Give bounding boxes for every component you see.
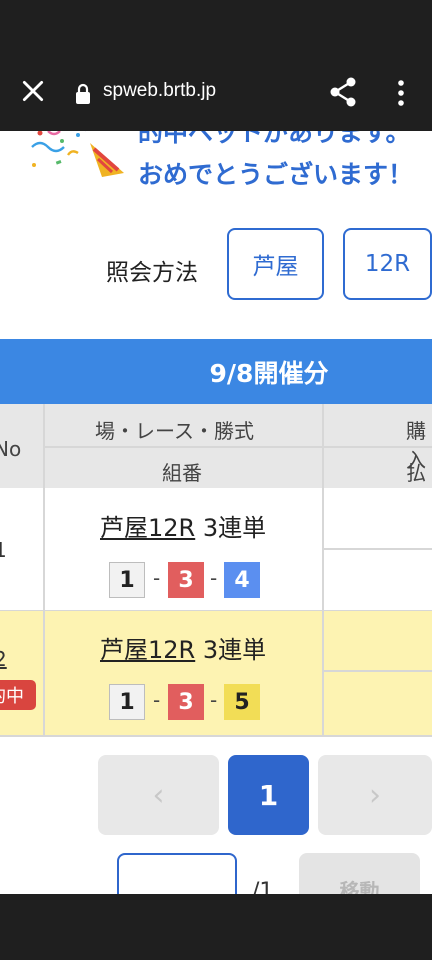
cell-divider	[323, 670, 432, 672]
column-header-no: No	[0, 437, 22, 461]
boat-number-2nd: 3	[168, 562, 204, 598]
column-divider	[322, 404, 324, 735]
status-bar	[0, 0, 432, 56]
race-title: 芦屋12R 3連単	[100, 508, 266, 543]
boat-number-1st: 1	[109, 562, 145, 598]
row-number: 1	[0, 538, 7, 562]
boat-number-3rd: 5	[224, 684, 260, 720]
race-title: 芦屋12R 3連単	[100, 630, 266, 665]
bet-type: 3連単	[202, 514, 267, 542]
race-select-button[interactable]: 12R	[343, 228, 432, 300]
row-divider	[0, 735, 432, 737]
hit-badge: 的中	[0, 680, 36, 710]
boat-number-1st: 1	[109, 684, 145, 720]
venue-select-button[interactable]: 芦屋	[227, 228, 324, 300]
cell-divider	[323, 548, 432, 550]
share-icon[interactable]	[328, 76, 358, 108]
prev-page-button[interactable]: ‹	[98, 755, 219, 835]
separator: -	[153, 566, 161, 590]
query-method-label: 照会方法	[106, 260, 198, 286]
url-text[interactable]: spweb.brtb.jp	[103, 80, 216, 102]
page-total: /1	[252, 879, 274, 894]
page-content: 的中ベットがあります。 おめでとうございます！ 照会方法 芦屋 12R 9/8開…	[0, 131, 432, 894]
boat-number-2nd: 3	[168, 684, 204, 720]
separator: -	[210, 688, 218, 712]
column-header-race: 場・レース・勝式	[95, 419, 254, 443]
header-divider	[44, 446, 432, 448]
column-header-combo: 組番	[162, 461, 202, 485]
hit-message-line1: 的中ベットがあります。	[138, 131, 411, 147]
separator: -	[153, 688, 161, 712]
current-page-button[interactable]: 1	[228, 755, 309, 835]
browser-toolbar: spweb.brtb.jp	[0, 56, 432, 131]
more-options-icon[interactable]	[392, 78, 410, 108]
move-button[interactable]: 移動	[299, 853, 420, 894]
table-row: 2 的中 芦屋12R 3連単 1 - 3 - 5	[0, 611, 432, 735]
page-number-input[interactable]	[117, 853, 237, 894]
separator: -	[210, 566, 218, 590]
next-page-button[interactable]: ›	[318, 755, 432, 835]
column-divider	[43, 404, 45, 735]
hit-message-line2: おめでとうございます！	[138, 160, 414, 189]
boat-number-3rd: 4	[224, 562, 260, 598]
race-link[interactable]: 芦屋12R	[100, 636, 195, 664]
date-header: 9/8開催分	[0, 339, 432, 404]
race-link[interactable]: 芦屋12R	[100, 514, 195, 542]
close-icon[interactable]	[20, 78, 46, 104]
row-number: 2	[0, 647, 7, 671]
party-popper-icon	[31, 131, 124, 177]
bet-type: 3連単	[202, 636, 267, 664]
lock-icon	[76, 83, 90, 104]
navigation-bar	[0, 894, 432, 960]
